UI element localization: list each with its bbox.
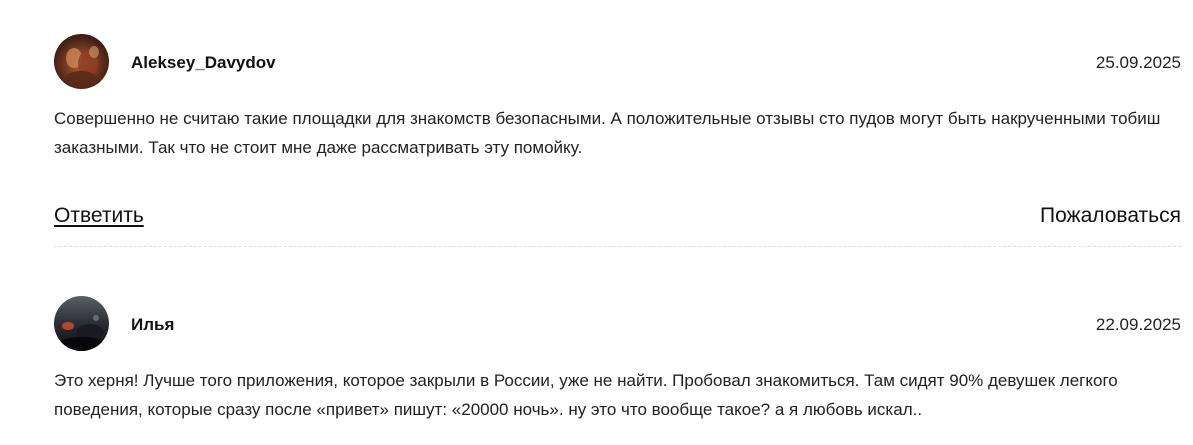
comments-list: Aleksey_Davydov 25.09.2025 Совершенно не… <box>0 0 1193 445</box>
avatar <box>54 296 109 351</box>
comment-text: Это херня! Лучше того приложения, которо… <box>54 371 1118 419</box>
reply-button[interactable]: Ответить <box>54 202 144 230</box>
comment-divider <box>54 246 1181 247</box>
avatar-image <box>54 296 109 351</box>
comment-item: Aleksey_Davydov 25.09.2025 Совершенно не… <box>54 34 1181 232</box>
comment-date: 22.09.2025 <box>1095 315 1181 334</box>
comment-text: Совершенно не считаю такие площадки для … <box>54 109 1161 157</box>
report-button[interactable]: Пожаловаться <box>1040 202 1181 230</box>
comment-author: Илья <box>131 315 175 334</box>
avatar-image <box>54 34 109 89</box>
comment-header: Aleksey_Davydov 25.09.2025 <box>54 34 1181 90</box>
comment-header: Илья 22.09.2025 <box>54 296 1181 352</box>
comment-author: Aleksey_Davydov <box>131 53 276 72</box>
comment-date: 25.09.2025 <box>1095 53 1181 72</box>
comment-actions: Ответить Пожаловаться <box>54 202 1181 232</box>
comment-item: Илья 22.09.2025 Это херня! Лучше того пр… <box>54 296 1181 424</box>
avatar <box>54 34 109 89</box>
